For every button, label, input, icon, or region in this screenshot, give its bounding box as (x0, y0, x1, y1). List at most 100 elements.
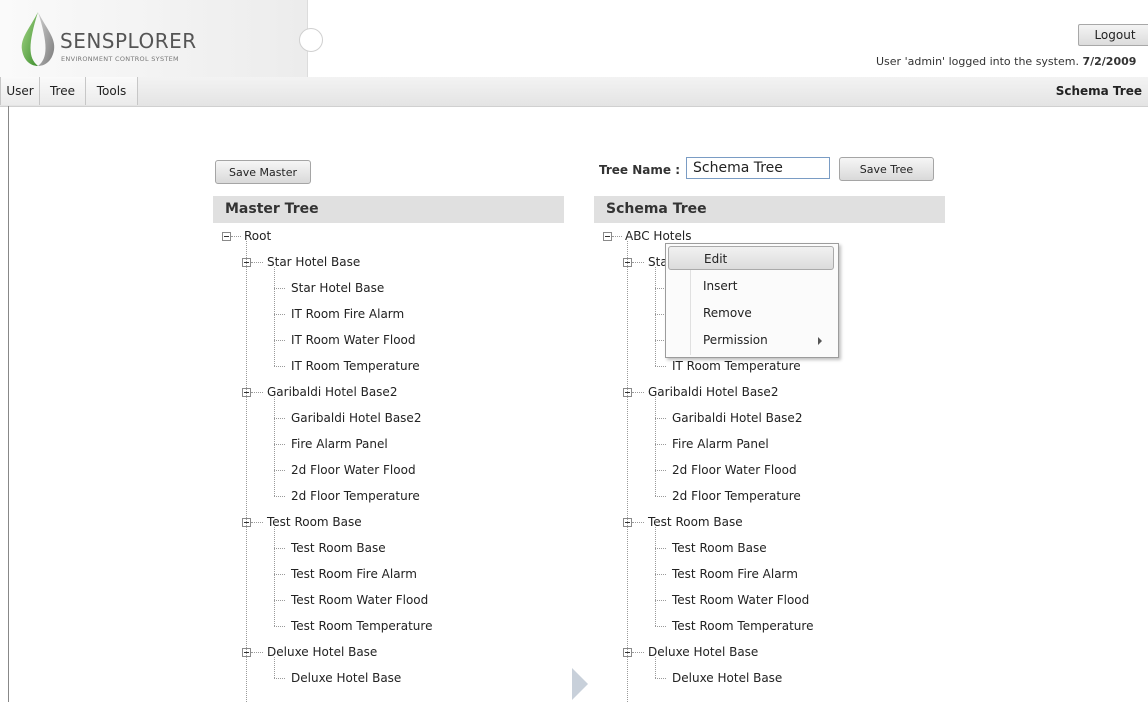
tree-leaf-node[interactable]: 2d Floor Water Flood (672, 461, 797, 479)
tree-name-label: Tree Name : (599, 163, 680, 177)
tree-leaf-node[interactable]: 2d Floor Water Flood (291, 461, 416, 479)
tree-connector (655, 444, 666, 445)
collapse-toggle-icon[interactable] (603, 232, 612, 241)
tree-group-node[interactable]: Test Room Base (267, 513, 362, 531)
save-tree-button[interactable]: Save Tree (839, 157, 934, 181)
menu-bar: User Tree Tools (0, 77, 1148, 107)
tree-name-input[interactable] (686, 157, 830, 179)
tree-group-node[interactable]: Garibaldi Hotel Base2 (648, 383, 778, 401)
context-menu-label: Remove (703, 306, 752, 320)
tree-leaf-node[interactable]: Garibaldi Hotel Base2 (291, 409, 421, 427)
tree-leaf-node[interactable]: IT Room Water Flood (291, 331, 416, 349)
flame-logo-icon (21, 12, 55, 66)
context-menu-remove[interactable]: Remove (668, 301, 834, 325)
tree-guide-line (627, 241, 628, 702)
context-menu-edit[interactable]: Edit (668, 246, 834, 270)
tree-connector (274, 288, 285, 289)
header-circle-icon (299, 28, 323, 52)
tree-leaf-node[interactable]: Test Room Base (672, 539, 767, 557)
transfer-arrow-icon[interactable] (572, 668, 588, 700)
tree-leaf-node[interactable]: Test Room Fire Alarm (291, 565, 417, 583)
app-header: SENSPLORER ENVIRONMENT CONTROL SYSTEM Lo… (0, 0, 1148, 77)
tree-guide-line (246, 241, 247, 702)
tree-group-node[interactable]: Deluxe Hotel Base (648, 643, 758, 661)
tree-guide-line (274, 267, 275, 366)
brand-tagline: ENVIRONMENT CONTROL SYSTEM (61, 55, 179, 63)
login-date: 7/2/2009 (1082, 55, 1137, 68)
tree-group-node[interactable]: Star Hotel Base (267, 253, 360, 271)
tree-connector (655, 574, 666, 575)
context-menu-label: Edit (704, 252, 728, 266)
tree-connector (655, 418, 666, 419)
context-menu-label: Insert (703, 279, 738, 293)
tree-group-node[interactable]: Test Room Base (648, 513, 743, 531)
tree-leaf-node[interactable]: IT Room Fire Alarm (291, 305, 404, 323)
tree-connector (632, 522, 644, 523)
tree-leaf-node[interactable]: Test Room Temperature (291, 617, 432, 635)
tree-connector (251, 652, 263, 653)
tree-connector (655, 548, 666, 549)
tree-leaf-node[interactable]: Fire Alarm Panel (291, 435, 388, 453)
tree-connector (274, 314, 285, 315)
tree-connector (231, 236, 241, 237)
collapse-toggle-icon[interactable] (222, 232, 231, 241)
tree-connector (655, 366, 666, 367)
menu-item-tools[interactable]: Tools (86, 77, 138, 105)
tree-leaf-node[interactable]: 2d Floor Temperature (672, 487, 801, 505)
tree-connector (274, 626, 285, 627)
context-menu-permission[interactable]: Permission (668, 328, 834, 352)
logo-area: SENSPLORER ENVIRONMENT CONTROL SYSTEM (0, 0, 308, 77)
tree-connector (274, 678, 285, 679)
tree-connector (655, 626, 666, 627)
tree-connector (274, 470, 285, 471)
tree-leaf-node[interactable]: Test Room Water Flood (672, 591, 809, 609)
tree-guide-line (274, 657, 275, 678)
tree-leaf-node[interactable]: Garibaldi Hotel Base2 (672, 409, 802, 427)
master-tree-panel: Master Tree Root Star Hotel Base Star Hote… (213, 196, 564, 702)
tree-guide-line (274, 527, 275, 626)
tree-leaf-node[interactable]: Deluxe Hotel Base (672, 669, 782, 687)
tree-guide-line (274, 397, 275, 496)
tree-leaf-node[interactable]: Test Room Water Flood (291, 591, 428, 609)
save-master-button[interactable]: Save Master (215, 160, 311, 184)
tree-connector (632, 392, 644, 393)
tree-root[interactable]: Root (244, 227, 271, 245)
brand-name: SENSPLORER (60, 29, 197, 53)
tree-leaf-node[interactable]: Star Hotel Base (291, 279, 384, 297)
tree-leaf-node[interactable]: Test Room Base (291, 539, 386, 557)
tree-connector (612, 236, 622, 237)
tree-connector (274, 418, 285, 419)
tree-connector (274, 574, 285, 575)
tree-connector (274, 548, 285, 549)
tree-group-node[interactable]: Garibaldi Hotel Base2 (267, 383, 397, 401)
context-menu-insert[interactable]: Insert (668, 274, 834, 298)
tree-connector (251, 392, 263, 393)
tree-leaf-node[interactable]: 2d Floor Temperature (291, 487, 420, 505)
tree-guide-line (655, 527, 656, 626)
tree-connector (251, 522, 263, 523)
master-tree-body: Root Star Hotel Base Star Hotel Base IT Roo… (213, 223, 564, 702)
tree-connector (655, 470, 666, 471)
tree-connector (274, 600, 285, 601)
tree-leaf-node[interactable]: IT Room Temperature (672, 357, 801, 375)
tree-group-node[interactable]: Deluxe Hotel Base (267, 643, 377, 661)
tree-leaf-node[interactable]: IT Room Temperature (291, 357, 420, 375)
schema-tree-header: Schema Tree (594, 196, 945, 223)
page-title: Schema Tree (1055, 84, 1142, 98)
tree-guide-line (655, 397, 656, 496)
tree-connector (274, 340, 285, 341)
menu-item-tree[interactable]: Tree (40, 77, 86, 105)
master-tree-header: Master Tree (213, 196, 564, 223)
tree-connector (655, 600, 666, 601)
tree-connector (274, 366, 285, 367)
tree-guide-line (655, 657, 656, 678)
tree-connector (655, 496, 666, 497)
login-status-text: User 'admin' logged into the system. (876, 55, 1083, 68)
tree-leaf-node[interactable]: Test Room Fire Alarm (672, 565, 798, 583)
logout-button[interactable]: Logout (1078, 24, 1148, 46)
menu-item-user[interactable]: User (1, 77, 40, 105)
tree-leaf-node[interactable]: Test Room Temperature (672, 617, 813, 635)
tree-leaf-node[interactable]: Deluxe Hotel Base (291, 669, 401, 687)
tree-leaf-node[interactable]: Fire Alarm Panel (672, 435, 769, 453)
context-menu: Edit Insert Remove Permission (665, 243, 839, 358)
